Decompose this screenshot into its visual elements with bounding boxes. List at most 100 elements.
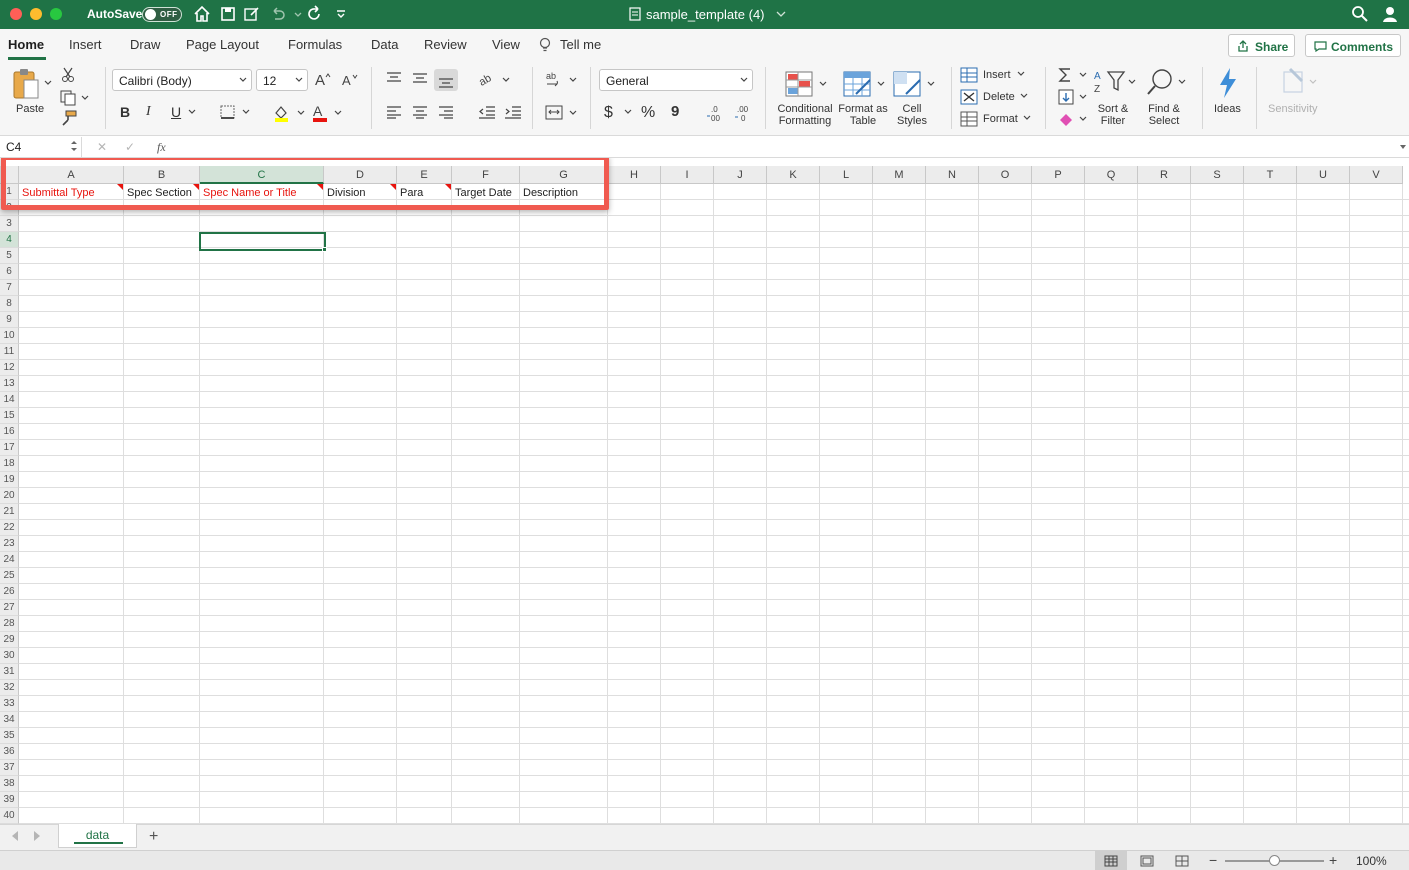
column-header-l[interactable]: L [820,166,873,184]
title-chevron-down-icon[interactable] [772,5,790,23]
row-header-10[interactable]: 10 [0,328,19,344]
borders-icon[interactable] [219,104,251,120]
maximize-window-button[interactable] [50,8,62,20]
confirm-formula-icon[interactable]: ✓ [125,140,135,154]
increase-font-size-icon[interactable]: A [314,71,332,87]
row-header-39[interactable]: 39 [0,792,19,808]
worksheet-grid[interactable]: ABCDEFGHIJKLMNOPQRSTUV 1 2 3 4 5 6 7 8 9 10 11 12 13… [0,158,1409,824]
insert-cells-icon[interactable] [960,67,978,83]
row-header-5[interactable]: 5 [0,248,19,264]
fill-color-icon[interactable] [272,103,306,123]
column-header-h[interactable]: H [608,166,661,184]
document-title[interactable]: sample_template (4) [646,7,765,22]
format-cells-label[interactable]: Format [983,113,1018,125]
font-size-dropdown[interactable]: 12 [256,69,308,91]
row-header-13[interactable]: 13 [0,376,19,392]
row-header-17[interactable]: 17 [0,440,19,456]
increase-indent-icon[interactable] [504,105,522,119]
percent-button[interactable]: % [641,104,655,122]
row-header-4[interactable]: 4 [0,232,19,248]
column-header-n[interactable]: N [926,166,979,184]
paste-icon[interactable] [12,68,42,102]
normal-view-button[interactable] [1095,851,1127,870]
paste-dropdown-icon[interactable] [44,80,52,86]
align-bottom-button[interactable] [434,69,458,91]
copy-icon[interactable] [60,90,90,106]
fill-handle[interactable] [322,247,327,252]
tab-page-layout[interactable]: Page Layout [186,37,259,52]
row-header-30[interactable]: 30 [0,648,19,664]
column-header-v[interactable]: V [1350,166,1403,184]
tab-draw[interactable]: Draw [130,37,160,52]
row-header-9[interactable]: 9 [0,312,19,328]
sort-filter-icon[interactable]: AZ [1094,68,1138,96]
font-name-dropdown[interactable]: Calibri (Body) [112,69,252,91]
sheet-tab-data[interactable]: data [58,824,137,848]
undo-icon[interactable] [269,5,287,23]
italic-button[interactable]: I [146,104,151,120]
previous-sheet-icon[interactable] [12,831,18,841]
decrease-indent-icon[interactable] [478,105,496,119]
formula-input[interactable] [178,137,1398,158]
page-layout-view-icon[interactable] [1140,855,1154,867]
account-icon[interactable] [1382,5,1400,23]
conditional-formatting-icon[interactable] [784,70,830,98]
tab-formulas[interactable]: Formulas [288,37,342,52]
row-header-11[interactable]: 11 [0,344,19,360]
zoom-in-button[interactable]: + [1329,852,1337,868]
row-header-3[interactable]: 3 [0,216,19,232]
row-header-16[interactable]: 16 [0,424,19,440]
save-icon[interactable] [219,5,237,23]
page-break-view-icon[interactable] [1175,855,1189,867]
format-as-table-icon[interactable] [842,70,888,98]
row-header-25[interactable]: 25 [0,568,19,584]
row-header-40[interactable]: 40 [0,808,19,824]
merge-center-icon[interactable] [545,105,579,121]
column-header-m[interactable]: M [873,166,926,184]
column-header-k[interactable]: K [767,166,820,184]
tab-data[interactable]: Data [371,37,398,52]
currency-dropdown-icon[interactable] [624,109,632,115]
align-left-icon[interactable] [386,105,402,119]
chevron-down-icon[interactable] [1023,115,1031,121]
column-header-q[interactable]: Q [1085,166,1138,184]
delete-cells-label[interactable]: Delete [983,91,1015,103]
row-header-38[interactable]: 38 [0,776,19,792]
cell-styles-icon[interactable] [892,70,938,98]
next-sheet-icon[interactable] [34,831,40,841]
row-header-6[interactable]: 6 [0,264,19,280]
undo-dropdown-icon[interactable] [289,5,307,23]
font-color-icon[interactable]: A [311,103,345,123]
column-header-p[interactable]: P [1032,166,1085,184]
row-header-33[interactable]: 33 [0,696,19,712]
selected-cell[interactable] [199,232,326,251]
column-header-o[interactable]: O [979,166,1032,184]
align-right-icon[interactable] [438,105,454,119]
currency-button[interactable]: $ [604,104,613,122]
home-icon[interactable] [193,5,211,23]
format-cells-icon[interactable] [960,111,978,127]
row-header-8[interactable]: 8 [0,296,19,312]
expand-formula-bar-icon[interactable] [1399,144,1407,150]
increase-decimal-icon[interactable]: .000 [706,104,726,122]
row-header-18[interactable]: 18 [0,456,19,472]
align-middle-icon[interactable] [412,71,428,85]
delete-cells-icon[interactable] [960,89,978,105]
edit-document-icon[interactable] [243,5,261,23]
ideas-icon[interactable] [1216,67,1240,99]
row-header-23[interactable]: 23 [0,536,19,552]
tab-review[interactable]: Review [424,37,467,52]
row-header-15[interactable]: 15 [0,408,19,424]
autosum-icon[interactable] [1058,67,1088,83]
row-header-36[interactable]: 36 [0,744,19,760]
column-header-s[interactable]: S [1191,166,1244,184]
wrap-text-icon[interactable]: ab [545,70,579,90]
chevron-down-icon[interactable] [1020,93,1028,99]
orientation-icon[interactable]: ab [478,70,512,88]
row-header-37[interactable]: 37 [0,760,19,776]
fill-icon[interactable] [1058,89,1088,105]
row-header-12[interactable]: 12 [0,360,19,376]
comma-style-button[interactable]: 9 [671,103,679,120]
number-format-dropdown[interactable]: General [599,69,753,91]
find-select-icon[interactable] [1146,68,1190,96]
